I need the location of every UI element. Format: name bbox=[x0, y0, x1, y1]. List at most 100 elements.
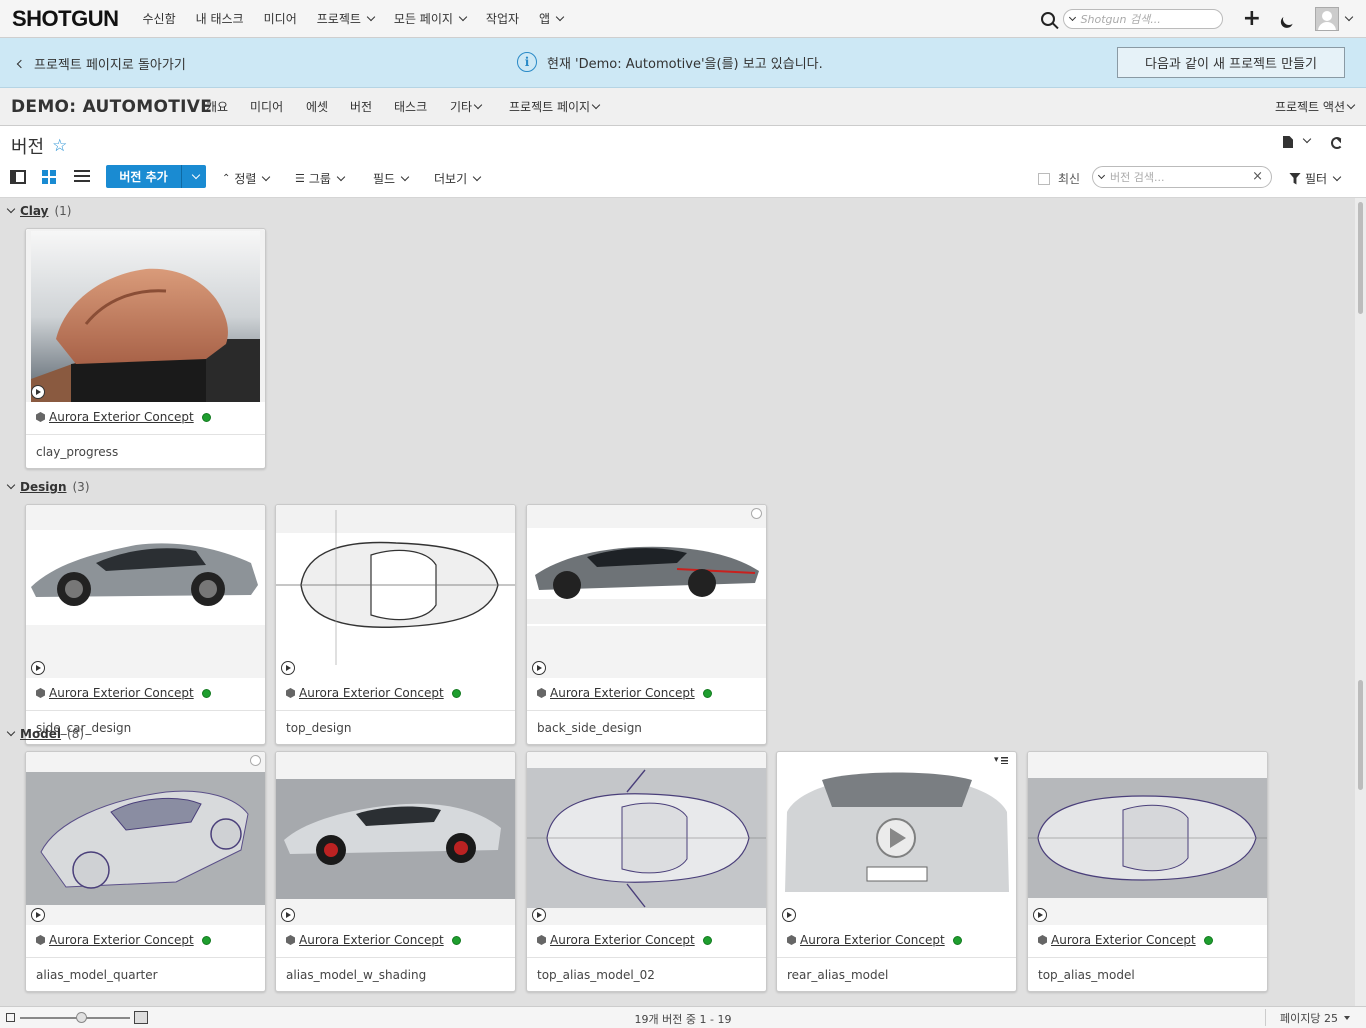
shotgun-logo[interactable]: SHOTGUN bbox=[12, 6, 119, 32]
group-header[interactable]: Design (3) bbox=[6, 480, 90, 494]
chevron-down-icon[interactable] bbox=[1068, 13, 1076, 21]
document-icon[interactable] bbox=[1283, 136, 1293, 148]
per-page-menu[interactable]: 페이지당 25 bbox=[1280, 1010, 1350, 1026]
entity-link[interactable]: Aurora Exterior Concept bbox=[800, 933, 945, 947]
nav-link[interactable]: 모든 페이지 bbox=[394, 10, 468, 27]
play-icon[interactable] bbox=[31, 385, 45, 399]
group-name[interactable]: Design bbox=[20, 480, 67, 494]
nav-link[interactable]: 수신함 bbox=[143, 10, 176, 27]
version-name[interactable]: alias_model_quarter bbox=[36, 968, 158, 982]
project-actions-menu[interactable]: 프로젝트 액션 bbox=[1275, 98, 1356, 115]
version-name[interactable]: alias_model_w_shading bbox=[286, 968, 426, 982]
tab-2[interactable]: 에셋 bbox=[306, 98, 328, 115]
play-icon[interactable] bbox=[532, 908, 546, 922]
refresh-icon[interactable] bbox=[1331, 137, 1343, 149]
play-icon[interactable] bbox=[281, 908, 295, 922]
chevron-down-icon[interactable] bbox=[1097, 171, 1106, 179]
version-thumbnail[interactable] bbox=[527, 752, 766, 925]
version-card[interactable]: Aurora Exterior Concept top_alias_model_0… bbox=[526, 751, 767, 992]
group-header[interactable]: Model (8) bbox=[6, 727, 84, 741]
version-name[interactable]: top_alias_model_02 bbox=[537, 968, 655, 982]
version-thumbnail[interactable] bbox=[527, 505, 766, 678]
scrollbar-thumb-secondary[interactable] bbox=[1358, 680, 1363, 790]
avatar[interactable] bbox=[1315, 7, 1339, 31]
group-name[interactable]: Model bbox=[20, 727, 61, 741]
version-thumbnail[interactable] bbox=[276, 505, 515, 678]
tab-5[interactable]: 기타 bbox=[450, 98, 483, 115]
version-name[interactable]: top_alias_model bbox=[1038, 968, 1135, 982]
back-to-project-pages-link[interactable]: 프로젝트 페이지로 돌아가기 bbox=[16, 54, 186, 73]
entity-link[interactable]: Aurora Exterior Concept bbox=[49, 410, 194, 424]
select-circle-icon[interactable] bbox=[250, 755, 261, 766]
group-name[interactable]: Clay bbox=[20, 204, 48, 218]
entity-link[interactable]: Aurora Exterior Concept bbox=[1051, 933, 1196, 947]
fields-menu[interactable]: 필드 bbox=[373, 170, 410, 187]
version-card[interactable]: Aurora Exterior Concept alias_model_quart… bbox=[25, 751, 266, 992]
version-card[interactable]: ▾ Aurora Exterior Concept rear_alias_model bbox=[776, 751, 1017, 992]
chevron-down-icon[interactable] bbox=[1302, 134, 1312, 144]
add-version-dropdown[interactable] bbox=[181, 165, 206, 188]
version-name[interactable]: back_side_design bbox=[537, 721, 642, 735]
version-name[interactable]: top_design bbox=[286, 721, 351, 735]
entity-link[interactable]: Aurora Exterior Concept bbox=[550, 933, 695, 947]
create-new-project-button[interactable]: 다음과 같이 새 프로젝트 만들기 bbox=[1117, 47, 1345, 78]
select-circle-icon[interactable] bbox=[751, 508, 762, 519]
version-thumbnail[interactable] bbox=[26, 752, 265, 925]
entity-link[interactable]: Aurora Exterior Concept bbox=[550, 686, 695, 700]
sort-menu[interactable]: ⌃ 정렬 bbox=[222, 170, 271, 187]
status-icon[interactable] bbox=[702, 935, 712, 945]
version-name[interactable]: clay_progress bbox=[36, 445, 118, 459]
version-thumbnail[interactable]: ▾ bbox=[777, 752, 1016, 925]
latest-toggle[interactable]: 최신 bbox=[1038, 170, 1080, 187]
nav-link[interactable]: 미디어 bbox=[264, 10, 297, 27]
status-icon[interactable] bbox=[952, 935, 962, 945]
status-icon[interactable] bbox=[702, 688, 712, 698]
add-version-button[interactable]: 버전 추가 bbox=[106, 165, 206, 188]
search-icon[interactable] bbox=[1040, 12, 1055, 26]
status-icon[interactable] bbox=[201, 688, 211, 698]
project-title[interactable]: DEMO: AUTOMOTIVE bbox=[11, 97, 212, 117]
version-search-input[interactable]: 버전 검색... × bbox=[1092, 166, 1272, 188]
scrollbar[interactable] bbox=[1355, 198, 1366, 1006]
version-thumbnail[interactable] bbox=[276, 752, 515, 925]
version-card[interactable]: Aurora Exterior Concept top_alias_model bbox=[1027, 751, 1268, 992]
detail-view-icon[interactable] bbox=[10, 170, 26, 184]
version-thumbnail[interactable] bbox=[1028, 752, 1267, 925]
moon-icon[interactable] bbox=[1281, 11, 1296, 26]
nav-link[interactable]: 앱 bbox=[539, 10, 565, 27]
version-card[interactable]: Aurora Exterior Concept clay_progress bbox=[25, 228, 266, 469]
status-icon[interactable] bbox=[201, 412, 211, 422]
version-thumbnail[interactable] bbox=[26, 229, 265, 402]
status-icon[interactable] bbox=[451, 935, 461, 945]
version-card[interactable]: Aurora Exterior Concept side_car_design bbox=[25, 504, 266, 745]
version-card[interactable]: Aurora Exterior Concept top_design bbox=[275, 504, 516, 745]
global-search-input[interactable]: Shotgun 검색... bbox=[1062, 9, 1223, 29]
play-icon[interactable] bbox=[31, 908, 45, 922]
chevron-down-icon[interactable] bbox=[6, 480, 16, 490]
entity-link[interactable]: Aurora Exterior Concept bbox=[299, 933, 444, 947]
chevron-down-icon[interactable] bbox=[6, 204, 16, 214]
filter-menu[interactable]: 필터 bbox=[1289, 170, 1342, 187]
chevron-down-icon[interactable] bbox=[6, 727, 16, 737]
nav-link[interactable]: 작업자 bbox=[486, 10, 519, 27]
nav-link[interactable]: 프로젝트 bbox=[317, 10, 376, 27]
nav-link[interactable]: 내 태스크 bbox=[196, 10, 244, 27]
plus-icon[interactable]: + bbox=[1243, 8, 1261, 30]
play-icon[interactable] bbox=[782, 908, 796, 922]
list-view-icon[interactable] bbox=[74, 170, 90, 184]
entity-link[interactable]: Aurora Exterior Concept bbox=[49, 686, 194, 700]
more-menu[interactable]: 더보기 bbox=[434, 170, 482, 187]
play-icon[interactable] bbox=[281, 661, 295, 675]
version-card[interactable]: Aurora Exterior Concept alias_model_w_sha… bbox=[275, 751, 516, 992]
tab-6[interactable]: 프로젝트 페이지 bbox=[509, 98, 601, 115]
card-menu-icon[interactable]: ▾ bbox=[994, 755, 1008, 765]
star-icon[interactable]: ☆ bbox=[52, 136, 67, 156]
play-icon[interactable] bbox=[532, 661, 546, 675]
version-name[interactable]: rear_alias_model bbox=[787, 968, 888, 982]
status-icon[interactable] bbox=[451, 688, 461, 698]
tab-4[interactable]: 태스크 bbox=[394, 98, 427, 115]
version-thumbnail[interactable] bbox=[26, 505, 265, 678]
version-card[interactable]: Aurora Exterior Concept back_side_design bbox=[526, 504, 767, 745]
entity-link[interactable]: Aurora Exterior Concept bbox=[299, 686, 444, 700]
status-icon[interactable] bbox=[201, 935, 211, 945]
